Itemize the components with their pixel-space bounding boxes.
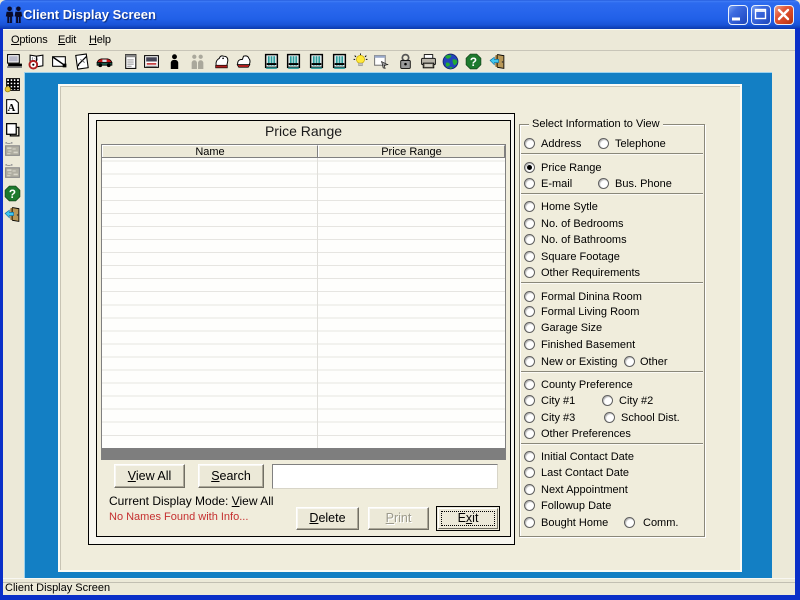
svg-text:■▬■: ■▬■ xyxy=(5,141,13,145)
svg-text:A: A xyxy=(7,102,15,113)
svg-text:?: ? xyxy=(8,188,15,201)
svg-text:?: ? xyxy=(470,56,477,69)
svg-text:■▬■: ■▬■ xyxy=(5,163,13,167)
